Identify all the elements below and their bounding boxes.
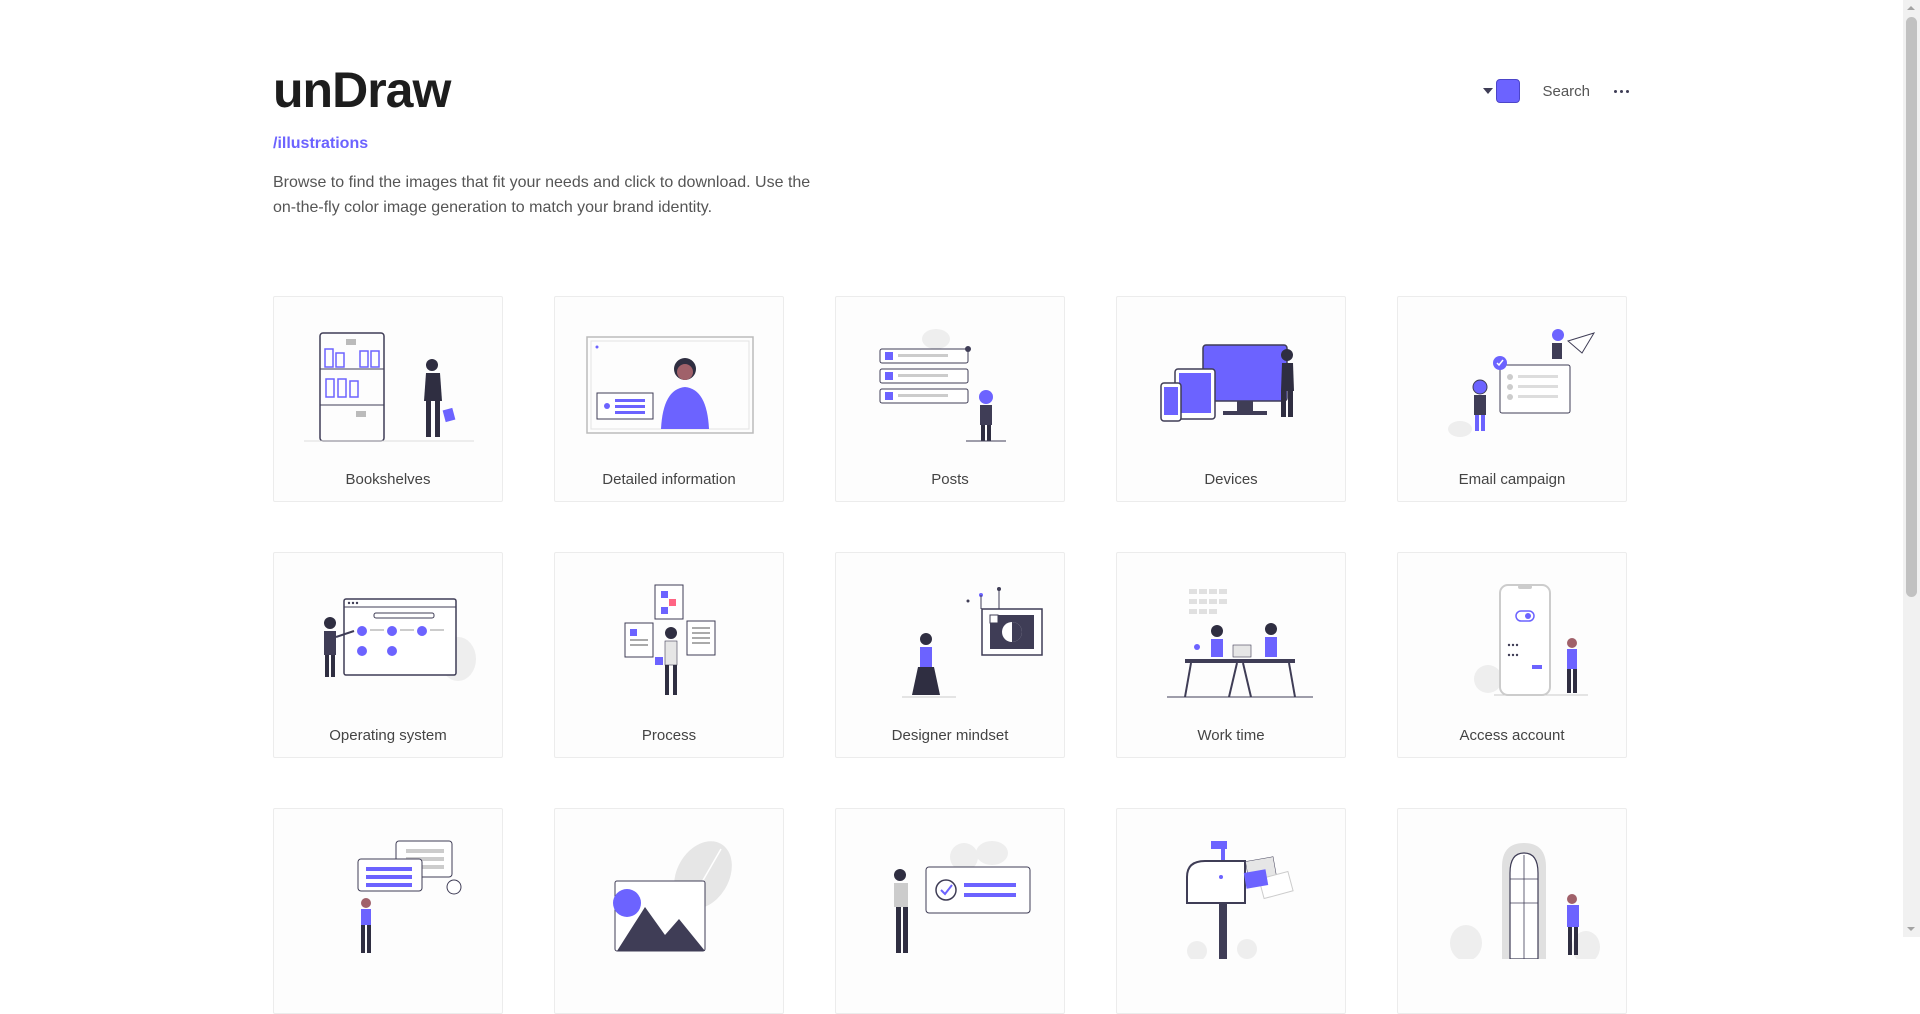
operating-system-illustration — [324, 598, 476, 681]
illustration-card[interactable]: Designer mindset — [835, 552, 1065, 758]
top-nav: Search — [1483, 78, 1629, 104]
illustration-card[interactable]: Email campaign — [1397, 296, 1627, 502]
ellipsis-icon[interactable] — [1614, 86, 1629, 97]
scroll-thumb[interactable] — [1906, 17, 1917, 597]
illustration-card[interactable] — [835, 808, 1065, 1014]
card-label: Bookshelves — [345, 471, 431, 488]
illustration-card[interactable] — [554, 808, 784, 1014]
logo[interactable]: unDraw — [273, 62, 451, 118]
card-label: Work time — [1197, 727, 1265, 744]
vertical-scrollbar[interactable] — [1903, 0, 1920, 937]
scroll-down-icon[interactable] — [1903, 920, 1920, 937]
illustration-card[interactable]: Process — [554, 552, 784, 758]
devices-illustration — [1160, 344, 1294, 422]
email-campaign-illustration — [1448, 329, 1596, 437]
process-illustration — [624, 584, 716, 695]
illustration-card[interactable]: Operating system — [273, 552, 503, 758]
illustration-card[interactable]: Detailed information — [554, 296, 784, 502]
illustration-card[interactable] — [273, 808, 503, 1014]
card-label: Email campaign — [1458, 471, 1566, 488]
confirmation-illustration — [894, 841, 1031, 953]
bookshelf-illustration — [304, 332, 474, 442]
card-label: Access account — [1459, 727, 1565, 744]
illustration-card[interactable]: Posts — [835, 296, 1065, 502]
card-label: Operating system — [329, 727, 447, 744]
caret-down-icon[interactable] — [1483, 88, 1494, 94]
card-label: Devices — [1204, 471, 1258, 488]
page-subtitle[interactable]: /illustrations — [273, 135, 368, 153]
search-link[interactable]: Search — [1542, 83, 1590, 100]
illustration-card[interactable]: Bookshelves — [273, 296, 503, 502]
designer-mindset-illustration — [902, 587, 1043, 698]
mailbox-illustration — [1186, 841, 1294, 959]
door-entry-illustration — [1450, 843, 1600, 959]
color-picker[interactable] — [1483, 79, 1521, 103]
card-label: Process — [641, 727, 697, 744]
chat-messages-illustration — [357, 840, 462, 953]
illustration-grid: Bookshelves Detailed information Posts D… — [273, 296, 1629, 1014]
illustration-card[interactable]: Access account — [1397, 552, 1627, 758]
color-swatch[interactable] — [1496, 79, 1521, 103]
illustration-card[interactable]: Work time — [1116, 552, 1346, 758]
illustration-card[interactable] — [1397, 808, 1627, 1014]
access-account-illustration — [1474, 584, 1588, 696]
landscape-photo-illustration — [613, 841, 732, 952]
card-label: Posts — [931, 471, 969, 488]
work-time-illustration — [1167, 589, 1313, 698]
detailed-information-illustration — [586, 336, 754, 434]
card-label: Designer mindset — [891, 727, 1009, 744]
card-label: Detailed information — [602, 471, 736, 488]
illustration-card[interactable] — [1116, 808, 1346, 1014]
illustration-card[interactable]: Devices — [1116, 296, 1346, 502]
posts-illustration — [879, 329, 1006, 442]
scroll-up-icon[interactable] — [1903, 0, 1920, 17]
page-description: Browse to find the images that fit your … — [273, 174, 811, 216]
